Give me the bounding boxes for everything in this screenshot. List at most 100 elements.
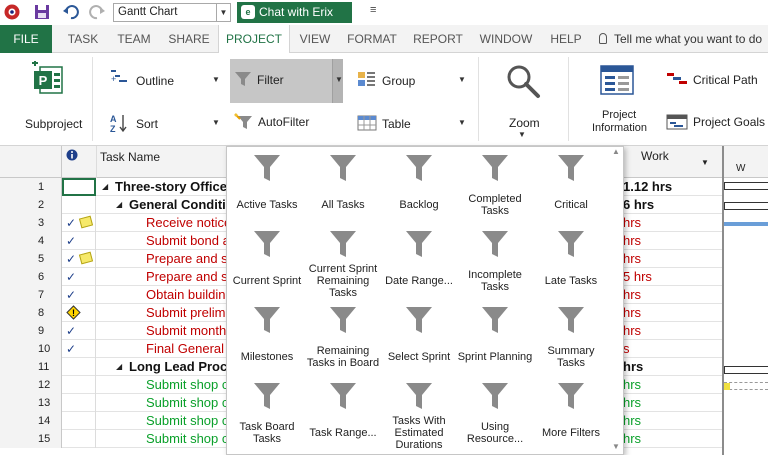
task-name-cell[interactable]: Submit bond a	[146, 232, 226, 250]
filter-option-incomplete-tasks[interactable]: Incomplete Tasks	[457, 223, 533, 299]
filter-option-summary-tasks[interactable]: Summary Tasks	[533, 299, 609, 375]
view-select[interactable]: Gantt Chart ▼	[113, 3, 231, 22]
autofilter-label[interactable]: AutoFilter	[258, 115, 309, 129]
row-number[interactable]: 6	[0, 268, 62, 286]
row-number[interactable]: 3	[0, 214, 62, 232]
autofilter-icon[interactable]	[234, 113, 254, 131]
tab-share[interactable]: SHARE	[162, 25, 216, 53]
tab-help[interactable]: HELP	[542, 25, 590, 53]
row-number[interactable]: 10	[0, 340, 62, 358]
row-number[interactable]: 5	[0, 250, 62, 268]
task-name-cell[interactable]: Submit month	[146, 322, 226, 340]
work-cell[interactable]: hrs	[622, 322, 722, 340]
filter-option-more-filters[interactable]: More Filters	[533, 375, 609, 451]
zoom-magnifier-icon[interactable]	[505, 63, 541, 99]
task-name-cell[interactable]: Final General C	[146, 340, 226, 358]
row-number[interactable]: 13	[0, 394, 62, 412]
work-cell[interactable]: hrs	[622, 394, 722, 412]
tab-project[interactable]: PROJECT	[218, 25, 290, 54]
work-cell[interactable]: hrs	[622, 232, 722, 250]
project-information-icon[interactable]	[600, 65, 634, 95]
work-cell[interactable]: 6 hrs	[622, 196, 722, 214]
row-number[interactable]: 9	[0, 322, 62, 340]
work-cell[interactable]: hrs	[622, 250, 722, 268]
collapse-toggle-icon[interactable]: ◢	[116, 362, 122, 371]
work-cell[interactable]: hrs	[622, 358, 722, 376]
note-icon[interactable]	[78, 215, 94, 229]
summary-bar[interactable]	[724, 202, 768, 210]
filter-option-late-tasks[interactable]: Late Tasks	[533, 223, 609, 299]
outline-dropdown-icon[interactable]: ▼	[212, 75, 220, 84]
task-name-cell[interactable]: Long Lead Procu	[129, 358, 226, 376]
work-cell[interactable]: 5 hrs	[622, 268, 722, 286]
warning-icon[interactable]: !	[66, 305, 81, 320]
sort-dropdown-icon[interactable]: ▼	[212, 118, 220, 127]
task-name-cell[interactable]: Submit prelimi	[146, 304, 226, 322]
tab-view[interactable]: VIEW	[292, 25, 338, 53]
task-name-cell[interactable]: Submit shop c	[146, 412, 226, 430]
save-icon[interactable]	[33, 3, 51, 21]
note-icon[interactable]	[78, 251, 94, 265]
filter-option-sprint-planning[interactable]: Sprint Planning	[457, 299, 533, 375]
zoom-dropdown-icon[interactable]: ▼	[518, 130, 526, 139]
sort-icon[interactable]: A Z	[110, 113, 128, 133]
work-cell[interactable]: hrs	[622, 412, 722, 430]
work-cell[interactable]: hrs	[622, 430, 722, 448]
row-number[interactable]: 11	[0, 358, 62, 376]
filter-scrollbar[interactable]: ▲ ▼	[609, 147, 623, 454]
row-number[interactable]: 15	[0, 430, 62, 448]
outline-label[interactable]: Outline	[136, 74, 174, 88]
undo-icon[interactable]	[62, 3, 80, 21]
filter-option-task-range[interactable]: Task Range...	[305, 375, 381, 451]
filter-option-milestones[interactable]: Milestones	[229, 299, 305, 375]
group-dropdown-icon[interactable]: ▼	[458, 75, 466, 84]
filter-option-backlog[interactable]: Backlog	[381, 147, 457, 223]
collapse-toggle-icon[interactable]: ◢	[116, 200, 122, 209]
tab-file[interactable]: FILE	[0, 25, 52, 53]
tell-me-search[interactable]: Tell me what you want to do	[596, 28, 768, 50]
redo-icon[interactable]	[88, 3, 106, 21]
select-all-corner[interactable]	[0, 146, 62, 178]
filter-option-critical[interactable]: Critical	[533, 147, 609, 223]
row-number[interactable]: 7	[0, 286, 62, 304]
tab-report[interactable]: REPORT	[406, 25, 470, 53]
task-name-header[interactable]: Task Name	[100, 150, 160, 164]
task-name-cell[interactable]: Submit shop c	[146, 394, 226, 412]
work-cell[interactable]: hrs	[622, 376, 722, 394]
project-information-label-1[interactable]: Project	[602, 109, 636, 121]
table-icon[interactable]	[357, 115, 377, 131]
row-number[interactable]: 14	[0, 412, 62, 430]
scroll-up-icon[interactable]: ▲	[612, 147, 620, 156]
tab-format[interactable]: FORMAT	[340, 25, 404, 53]
sort-label[interactable]: Sort	[136, 117, 158, 131]
tab-team[interactable]: TEAM	[108, 25, 160, 53]
outline-icon[interactable]: +	[110, 69, 128, 85]
work-header-dropdown-icon[interactable]: ▼	[701, 158, 709, 167]
task-name-cell[interactable]: Submit shop c	[146, 430, 226, 448]
task-name-cell[interactable]: Submit shop c	[146, 376, 226, 394]
scroll-down-icon[interactable]: ▼	[612, 442, 620, 451]
filter-option-select-sprint[interactable]: Select Sprint	[381, 299, 457, 375]
critical-path-icon[interactable]	[666, 71, 688, 85]
group-icon[interactable]	[357, 71, 377, 87]
group-label[interactable]: Group	[382, 74, 415, 88]
tab-task[interactable]: TASK	[60, 25, 106, 53]
filter-option-current-sprint[interactable]: Current Sprint	[229, 223, 305, 299]
work-cell[interactable]: hrs	[622, 304, 722, 322]
collapse-toggle-icon[interactable]: ◢	[102, 182, 108, 191]
filter-option-tasks-with-estimated-durations[interactable]: Tasks With Estimated Durations	[381, 375, 457, 451]
zoom-label[interactable]: Zoom	[509, 116, 540, 130]
tab-window[interactable]: WINDOW	[472, 25, 540, 53]
filter-split-arrow[interactable]: ▼	[332, 59, 343, 103]
task-bar[interactable]	[724, 222, 768, 226]
task-name-cell[interactable]: Obtain building	[146, 286, 226, 304]
work-cell[interactable]: s	[622, 340, 722, 358]
subproject-label[interactable]: Subproject	[25, 117, 82, 131]
filter-option-using-resource[interactable]: Using Resource...	[457, 375, 533, 451]
task-bar[interactable]	[724, 382, 768, 390]
summary-bar[interactable]	[724, 182, 768, 190]
table-dropdown-icon[interactable]: ▼	[458, 118, 466, 127]
row-number[interactable]: 1	[0, 178, 62, 196]
project-information-label-2[interactable]: Information	[592, 122, 647, 134]
filter-option-remaining-tasks-in-board[interactable]: Remaining Tasks in Board	[305, 299, 381, 375]
